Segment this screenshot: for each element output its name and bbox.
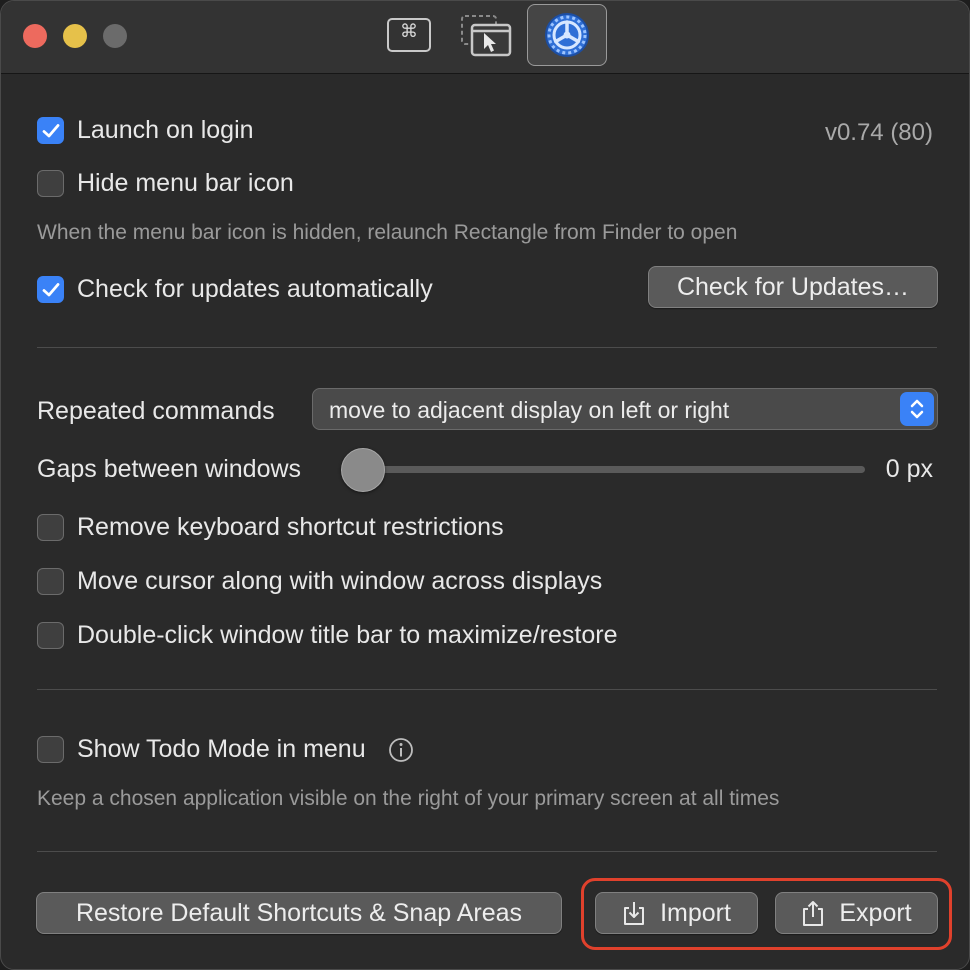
show-todo-mode-row[interactable]: Show Todo Mode in menu — [37, 735, 414, 764]
move-cursor-row[interactable]: Move cursor along with window across dis… — [37, 567, 602, 596]
show-todo-mode-label: Show Todo Mode in menu — [77, 735, 366, 763]
divider — [37, 347, 937, 348]
zoom-window-button[interactable] — [103, 24, 127, 48]
launch-on-login-row[interactable]: Launch on login — [37, 116, 254, 145]
todo-mode-note: Keep a chosen application visible on the… — [37, 787, 780, 810]
divider — [37, 851, 937, 852]
general-pane: Launch on login v0.74 (80) Hide menu bar… — [1, 75, 969, 969]
import-label: Import — [660, 898, 731, 927]
chevron-updown-icon — [900, 392, 934, 426]
tab-snap-areas[interactable] — [451, 4, 521, 66]
move-cursor-checkbox[interactable] — [37, 568, 64, 595]
export-label: Export — [839, 898, 912, 927]
double-click-title-row[interactable]: Double-click window title bar to maximiz… — [37, 621, 617, 650]
check-updates-auto-label: Check for updates automatically — [77, 275, 433, 303]
tab-general[interactable] — [527, 4, 607, 66]
title-bar: ⌘ — [1, 1, 969, 74]
import-icon — [622, 900, 646, 926]
gaps-slider-track[interactable] — [361, 466, 865, 473]
hide-menu-bar-icon-checkbox[interactable] — [37, 170, 64, 197]
gear-icon — [545, 13, 589, 57]
launch-on-login-checkbox[interactable] — [37, 117, 64, 144]
export-button[interactable]: Export — [775, 892, 938, 934]
move-cursor-label: Move cursor along with window across dis… — [77, 567, 603, 595]
check-for-updates-button[interactable]: Check for Updates… — [648, 266, 938, 308]
gaps-slider-knob[interactable] — [341, 448, 385, 492]
settings-window: ⌘ Launch on login v0.74 (80) Hide menu b… — [0, 0, 970, 970]
hide-menu-bar-icon-row[interactable]: Hide menu bar icon — [37, 169, 294, 198]
version-label: v0.74 (80) — [824, 119, 933, 146]
double-click-title-label: Double-click window title bar to maximiz… — [77, 621, 618, 649]
double-click-title-checkbox[interactable] — [37, 622, 64, 649]
show-todo-mode-checkbox[interactable] — [37, 736, 64, 763]
remove-shortcut-restrictions-label: Remove keyboard shortcut restrictions — [77, 513, 504, 541]
check-updates-auto-row[interactable]: Check for updates automatically — [37, 275, 433, 304]
repeated-commands-label: Repeated commands — [37, 397, 275, 425]
command-glyph: ⌘ — [400, 21, 418, 41]
repeated-commands-select[interactable]: move to adjacent display on left or righ… — [312, 388, 938, 430]
import-button[interactable]: Import — [595, 892, 758, 934]
snap-area-cursor-icon — [461, 15, 512, 57]
export-icon — [801, 899, 825, 927]
check-updates-auto-checkbox[interactable] — [37, 276, 64, 303]
remove-shortcut-restrictions-row[interactable]: Remove keyboard shortcut restrictions — [37, 513, 504, 542]
minimize-window-button[interactable] — [63, 24, 87, 48]
hidden-icon-note: When the menu bar icon is hidden, relaun… — [37, 221, 738, 244]
launch-on-login-label: Launch on login — [77, 116, 254, 144]
close-window-button[interactable] — [23, 24, 47, 48]
checkmark-icon — [42, 123, 59, 137]
remove-shortcut-restrictions-checkbox[interactable] — [37, 514, 64, 541]
restore-defaults-button[interactable]: Restore Default Shortcuts & Snap Areas — [36, 892, 562, 934]
divider — [37, 689, 937, 690]
command-key-icon: ⌘ — [387, 18, 431, 52]
checkmark-icon — [42, 282, 59, 296]
tab-keyboard-shortcuts[interactable]: ⌘ — [374, 4, 444, 66]
gaps-label: Gaps between windows — [37, 455, 302, 483]
repeated-commands-value: move to adjacent display on left or righ… — [329, 397, 730, 423]
info-icon[interactable] — [388, 737, 414, 763]
gaps-value: 0 px — [885, 455, 933, 483]
hide-menu-bar-icon-label: Hide menu bar icon — [77, 169, 294, 197]
